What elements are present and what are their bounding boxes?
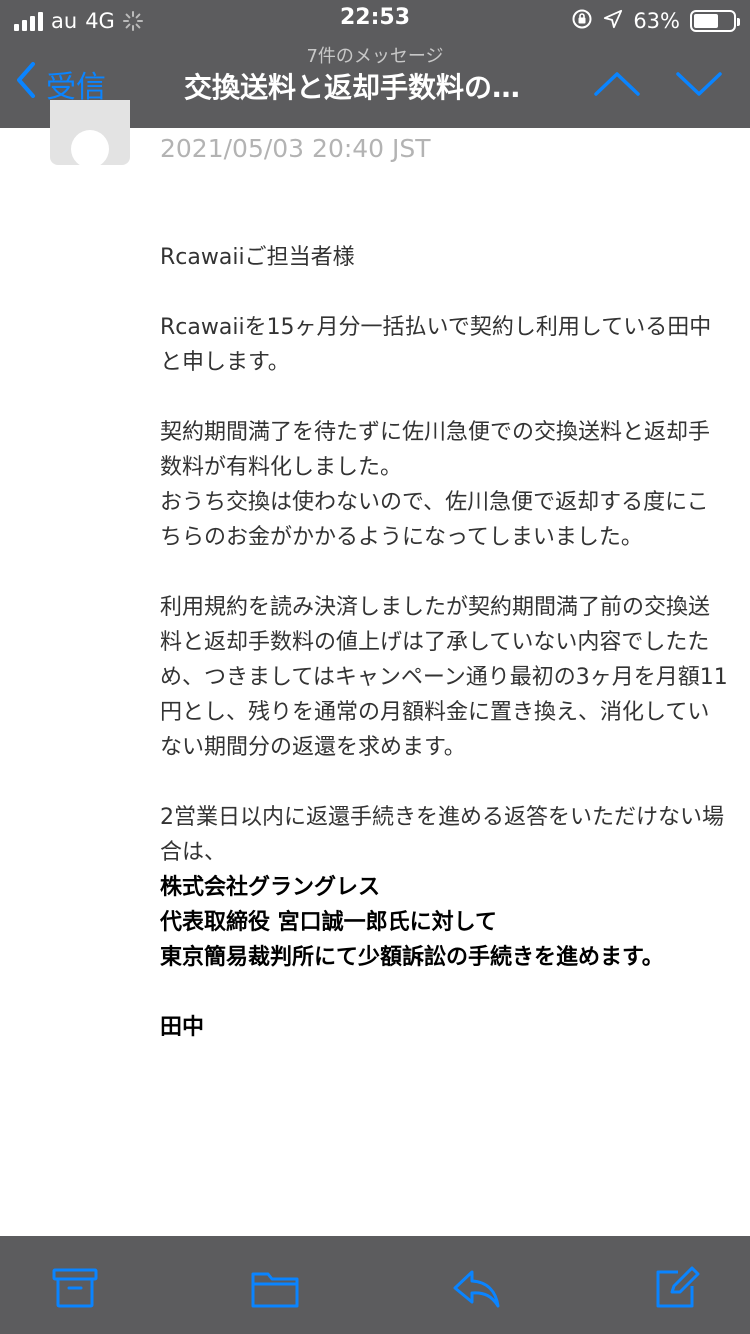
battery-fill (694, 14, 718, 28)
move-to-folder-button[interactable] (250, 1266, 300, 1310)
reply-button[interactable] (452, 1266, 502, 1310)
archive-icon (52, 1268, 98, 1308)
court-notice: 東京簡易裁判所にて少額訴訟の手続きを進めます。 (160, 945, 664, 970)
compose-icon (656, 1266, 700, 1308)
message-body: Rcawaiiご担当者様 Rcawaiiを15ヶ月分一括払いで契約し利用している… (160, 240, 730, 1080)
message-timestamp: 2021/05/03 20:40 JST (160, 134, 431, 163)
paragraph-complaint-line2: おうち交換は使わないので、佐川急便で返却する度にこちらのお金がかかるようになって… (160, 490, 709, 550)
company-name: 株式会社グラングレス (160, 875, 381, 900)
sender-avatar (50, 100, 130, 165)
paragraph-complaint-line1: 契約期間満了を待たずに佐川急便での交換送料と返却手数料が有料化しました。 (160, 420, 711, 480)
paragraph-legal-text: 2営業日以内に返還手続きを進める返答をいただけない場合は、 (160, 805, 724, 865)
greeting: Rcawaiiご担当者様 (160, 245, 355, 270)
signature: 田中 (160, 1015, 205, 1040)
paragraph-intro: Rcawaiiを15ヶ月分一括払いで契約し利用している田中と申します。 (160, 315, 712, 375)
representative-name: 代表取締役 宮口誠一郎氏に対して (160, 910, 498, 935)
orientation-lock-icon (571, 8, 593, 35)
paragraph-complaint: 契約期間満了を待たずに佐川急便での交換送料と返却手数料が有料化しました。 おうち… (160, 415, 730, 555)
reply-icon (453, 1270, 500, 1308)
location-icon (603, 9, 623, 34)
chevron-up-icon (594, 72, 640, 96)
next-message-button[interactable] (674, 64, 724, 104)
paragraph-demand: 利用規約を読み決済しましたが契約期間満了前の交換送料と返却手数料の値上げは了承し… (160, 595, 728, 760)
folder-icon (251, 1272, 299, 1308)
previous-message-button[interactable] (592, 64, 642, 104)
chevron-down-icon (676, 72, 722, 96)
archive-button[interactable] (50, 1266, 100, 1310)
status-bar: au 4G 22:53 63% (0, 0, 750, 40)
bottom-toolbar (0, 1236, 750, 1334)
page-title: 交換送料と返却手数料の… (184, 71, 521, 104)
chevron-left-icon (16, 62, 36, 106)
battery-icon (690, 10, 740, 32)
battery-percent: 63% (633, 9, 680, 33)
compose-button[interactable] (652, 1266, 702, 1310)
paragraph-legal: 2営業日以内に返還手続きを進める返答をいただけない場合は、 株式会社グラングレス… (160, 800, 730, 975)
status-right: 63% (571, 6, 740, 36)
